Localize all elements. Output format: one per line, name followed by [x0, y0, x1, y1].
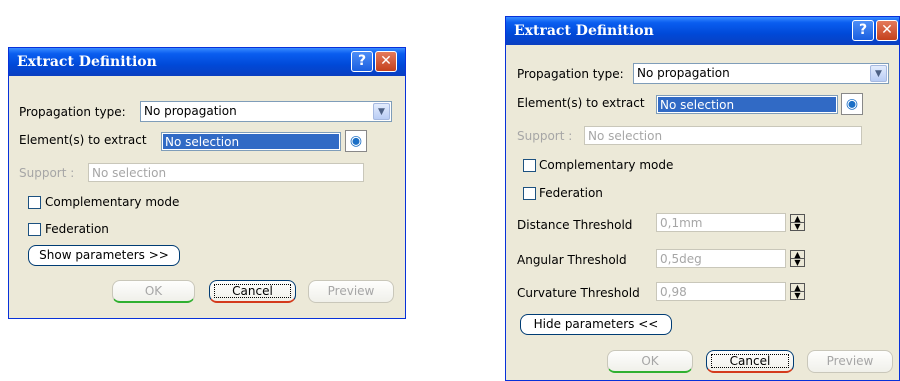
support-value: No selection — [588, 129, 663, 143]
support-field: No selection — [88, 163, 364, 182]
propagation-type-label: Propagation type: — [517, 67, 624, 81]
curvature-threshold-field[interactable]: 0,98 — [656, 282, 786, 301]
hide-parameters-button[interactable]: Hide parameters << — [520, 314, 672, 335]
federation-checkbox[interactable] — [523, 187, 536, 200]
close-button[interactable]: ✕ — [876, 20, 898, 41]
angular-threshold-label: Angular Threshold — [517, 253, 627, 267]
complementary-mode-label: Complementary mode — [539, 158, 674, 172]
help-button[interactable]: ? — [351, 51, 373, 72]
federation-label: Federation — [45, 222, 109, 236]
title-bar[interactable]: Extract Definition ? ✕ — [9, 48, 405, 76]
complementary-mode-checkbox[interactable] — [28, 196, 41, 209]
angular-spinner-icon[interactable]: ▲ ▼ — [790, 250, 805, 267]
angular-threshold-field[interactable]: 0,5deg — [656, 249, 786, 268]
federation-checkbox[interactable] — [28, 223, 41, 236]
extract-definition-dialog-collapsed: Extract Definition ? ✕ Propagation type:… — [8, 47, 406, 319]
preview-button[interactable]: Preview — [308, 280, 394, 303]
support-label: Support : — [19, 166, 75, 180]
cancel-label: Cancel — [729, 354, 771, 368]
propagation-type-select[interactable]: No propagation ▼ — [633, 63, 889, 84]
ok-button[interactable]: OK — [112, 280, 195, 303]
complementary-mode-label: Complementary mode — [45, 195, 180, 209]
dialog-title: Extract Definition — [514, 23, 654, 39]
curvature-threshold-label: Curvature Threshold — [517, 286, 640, 300]
chevron-down-icon[interactable]: ▼ — [870, 65, 887, 82]
curvature-threshold-value: 0,98 — [660, 285, 687, 299]
distance-threshold-field[interactable]: 0,1mm — [656, 213, 786, 232]
propagation-type-select[interactable]: No propagation ▼ — [140, 101, 392, 122]
angular-threshold-value: 0,5deg — [660, 252, 702, 266]
help-button[interactable]: ? — [852, 20, 874, 41]
dialog-title: Extract Definition — [17, 54, 157, 70]
federation-label: Federation — [539, 186, 603, 200]
elements-to-extract-label: Element(s) to extract — [19, 133, 147, 147]
chevron-down-icon[interactable]: ▼ — [373, 103, 390, 120]
selection-globe-icon[interactable]: ◉ — [841, 93, 863, 115]
selection-globe-icon[interactable]: ◉ — [345, 130, 367, 152]
propagation-type-label: Propagation type: — [19, 105, 126, 119]
preview-button[interactable]: Preview — [807, 350, 893, 373]
distance-threshold-label: Distance Threshold — [517, 218, 633, 232]
cancel-button[interactable]: Cancel — [209, 280, 296, 303]
propagation-type-value: No propagation — [637, 66, 730, 80]
distance-threshold-value: 0,1mm — [660, 216, 703, 230]
close-button[interactable]: ✕ — [375, 51, 397, 72]
elements-to-extract-field[interactable]: No selection — [161, 132, 341, 151]
elements-to-extract-field[interactable]: No selection — [656, 95, 838, 114]
title-bar[interactable]: Extract Definition ? ✕ — [506, 17, 899, 45]
cancel-button[interactable]: Cancel — [706, 350, 794, 373]
distance-spinner-icon[interactable]: ▲ ▼ — [790, 214, 805, 231]
support-label: Support : — [517, 129, 573, 143]
curvature-spinner-icon[interactable]: ▲ ▼ — [790, 283, 805, 300]
ok-button[interactable]: OK — [607, 350, 693, 373]
elements-to-extract-value: No selection — [660, 98, 735, 112]
elements-to-extract-label: Element(s) to extract — [517, 96, 645, 110]
support-field: No selection — [584, 126, 862, 145]
cancel-label: Cancel — [232, 284, 273, 298]
complementary-mode-checkbox[interactable] — [523, 159, 536, 172]
extract-definition-dialog-expanded: Extract Definition ? ✕ Propagation type:… — [505, 16, 900, 381]
propagation-type-value: No propagation — [144, 104, 237, 118]
elements-to-extract-value: No selection — [165, 135, 240, 149]
show-parameters-button[interactable]: Show parameters >> — [28, 245, 180, 266]
support-value: No selection — [92, 166, 167, 180]
